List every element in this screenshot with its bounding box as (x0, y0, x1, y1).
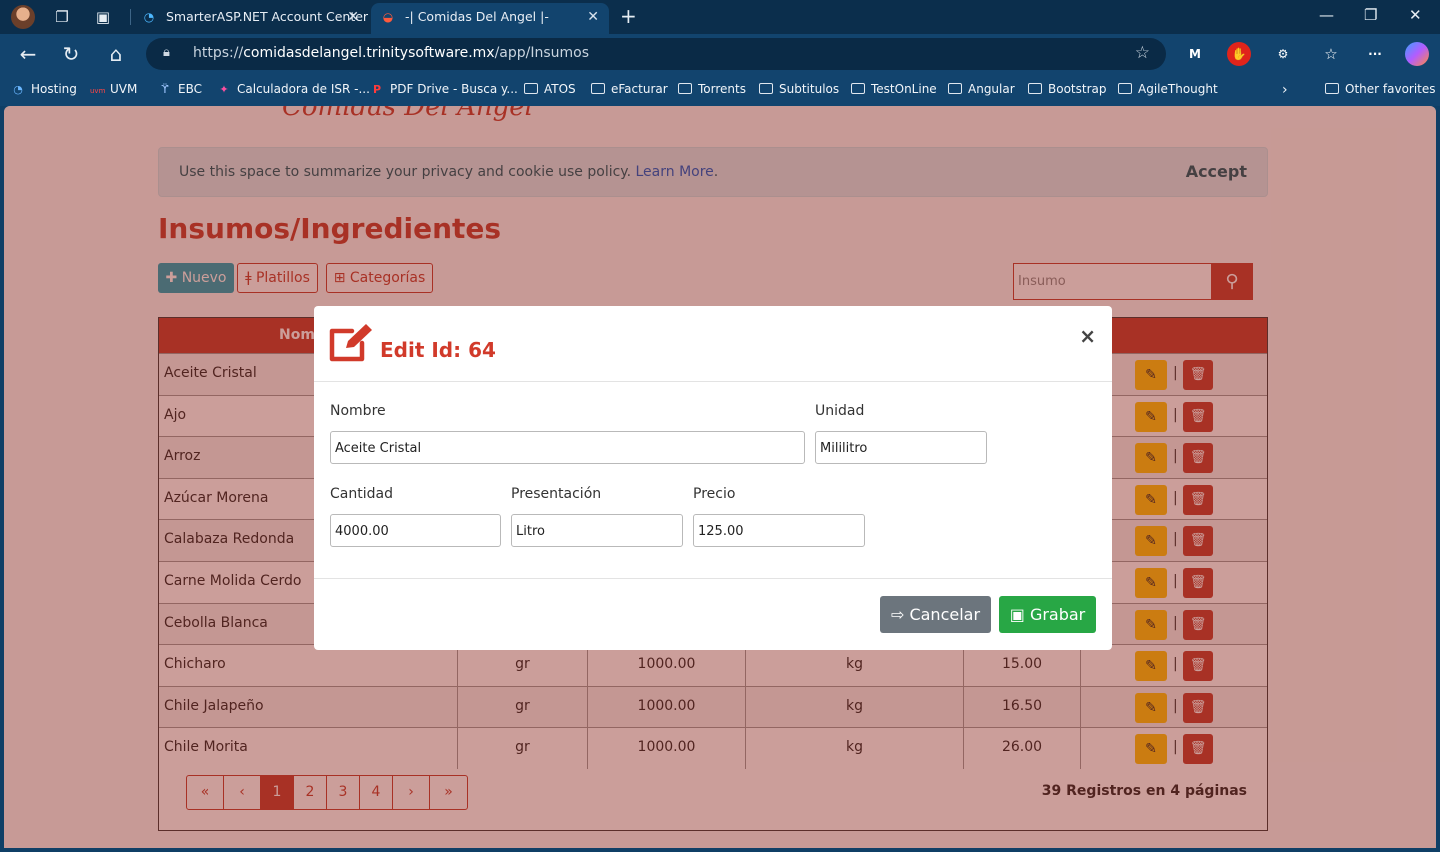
chevron-right-icon[interactable]: › (1282, 82, 1288, 98)
uvm-icon: uvm (90, 87, 106, 95)
folder-icon (948, 83, 962, 94)
address-toolbar: ← ↻ ⌂ 🔒︎ https://comidasdelangel.trinity… (0, 34, 1440, 74)
other-favorites[interactable]: Other favorites (1325, 82, 1436, 96)
tab-title: -| Comidas Del Angel |- (405, 9, 549, 24)
sign-out-icon: ⇨ (890, 605, 905, 624)
favorite-bootstrap[interactable]: Bootstrap (1028, 82, 1106, 96)
adblock-icon[interactable]: ✋ (1227, 42, 1251, 66)
save-button[interactable]: ▣ Grabar (999, 596, 1096, 633)
lock-icon[interactable]: 🔒︎ (163, 45, 170, 60)
favorite-efacturar[interactable]: eFacturar (591, 82, 668, 96)
home-icon[interactable]: ⌂ (103, 41, 129, 67)
folder-icon (851, 83, 865, 94)
nombre-field[interactable]: Aceite Cristal (330, 431, 805, 464)
nombre-label: Nombre (330, 403, 386, 419)
dish-icon: ◒ (382, 10, 394, 24)
cantidad-label: Cantidad (330, 486, 393, 502)
workspaces-icon[interactable]: ❐ (51, 6, 73, 28)
favorite-uvm[interactable]: uvm UVM (90, 82, 137, 96)
copilot-icon[interactable] (1405, 42, 1429, 66)
precio-label: Precio (693, 486, 736, 502)
folder-icon (759, 83, 773, 94)
tab-title: SmarterASP.NET Account Center (166, 9, 369, 24)
browser-tab-bar: ❐ ▣ ◔ SmarterASP.NET Account Center ✕ ◒ … (0, 0, 1440, 34)
presentacion-field[interactable]: Litro (511, 514, 683, 547)
profile-avatar[interactable] (11, 5, 35, 29)
tab-actions-icon[interactable]: ▣ (92, 6, 114, 28)
pdf-icon: P (372, 83, 382, 96)
tab-smarterasp[interactable]: ◔ SmarterASP.NET Account Center ✕ (132, 3, 369, 34)
extension-m-icon[interactable]: M (1183, 42, 1207, 66)
folder-icon (678, 83, 692, 94)
calculator-icon: ✦ (219, 83, 229, 96)
address-bar[interactable]: 🔒︎ https://comidasdelangel.trinitysoftwa… (146, 38, 1166, 70)
close-tab-icon[interactable]: ✕ (347, 3, 359, 31)
modal-header: Edit Id: 64 × (314, 306, 1112, 382)
floppy-icon: ▣ (1009, 605, 1025, 624)
favorite-agilethought[interactable]: AgileThought (1118, 82, 1218, 96)
refresh-icon[interactable]: ↻ (58, 41, 84, 67)
edit-icon (329, 324, 372, 362)
favorites-bar: ◔ Hosting uvm UVM ϔ EBC ✦ Calculadora de ISR… (0, 74, 1440, 106)
more-options-icon[interactable]: ··· (1363, 42, 1387, 66)
tab-comidas[interactable]: ◒ -| Comidas Del Angel |- ✕ (371, 3, 609, 34)
modal-title: Edit Id: 64 (380, 338, 496, 362)
folder-icon (1028, 83, 1042, 94)
close-tab-icon[interactable]: ✕ (587, 3, 599, 31)
edit-modal: Edit Id: 64 × Nombre Aceite Cristal Unid… (314, 306, 1112, 650)
extensions-icon[interactable]: ⚙ (1271, 42, 1295, 66)
tab-separator (130, 9, 131, 25)
favorite-angular[interactable]: Angular (948, 82, 1015, 96)
favorites-icon[interactable]: ☆ (1319, 42, 1343, 66)
close-icon[interactable]: × (1079, 324, 1096, 348)
folder-icon (524, 83, 538, 94)
favorite-torrents[interactable]: Torrents (678, 82, 746, 96)
smarterasp-icon: ◔ (143, 10, 155, 24)
modal-footer-divider (314, 578, 1112, 579)
ebc-icon: ϔ (161, 83, 169, 96)
unidad-label: Unidad (815, 403, 865, 419)
presentacion-label: Presentación (511, 486, 602, 502)
back-icon[interactable]: ← (15, 41, 41, 67)
favorite-hosting[interactable]: ◔ Hosting (11, 82, 77, 96)
unidad-field[interactable]: Mililitro (815, 431, 987, 464)
favorite-pdfdrive[interactable]: P PDF Drive - Busca y... (370, 82, 518, 96)
minimize-icon[interactable]: — (1319, 6, 1334, 24)
url-text[interactable]: https://comidasdelangel.trinitysoftware.… (193, 45, 589, 61)
precio-field[interactable]: 125.00 (693, 514, 865, 547)
folder-icon (1325, 83, 1339, 94)
favorite-subtitulos[interactable]: Subtitulos (759, 82, 839, 96)
favorite-atos[interactable]: ATOS (524, 82, 576, 96)
page-viewport: Comidas Del Angel Use this space to summ… (4, 106, 1436, 848)
folder-icon (591, 83, 605, 94)
new-tab-icon[interactable]: + (620, 4, 637, 28)
restore-icon[interactable]: ❐ (1364, 6, 1377, 24)
hosting-icon: ◔ (13, 83, 23, 96)
cantidad-field[interactable]: 4000.00 (330, 514, 501, 547)
favorite-testonline[interactable]: TestOnLine (851, 82, 937, 96)
folder-icon (1118, 83, 1132, 94)
close-window-icon[interactable]: ✕ (1409, 6, 1422, 24)
favorite-calculadora[interactable]: ✦ Calculadora de ISR -... (217, 82, 370, 96)
cancel-button[interactable]: ⇨ Cancelar (880, 596, 991, 633)
favorite-ebc[interactable]: ϔ EBC (158, 82, 202, 96)
favorite-star-icon[interactable]: ☆ (1135, 43, 1150, 63)
